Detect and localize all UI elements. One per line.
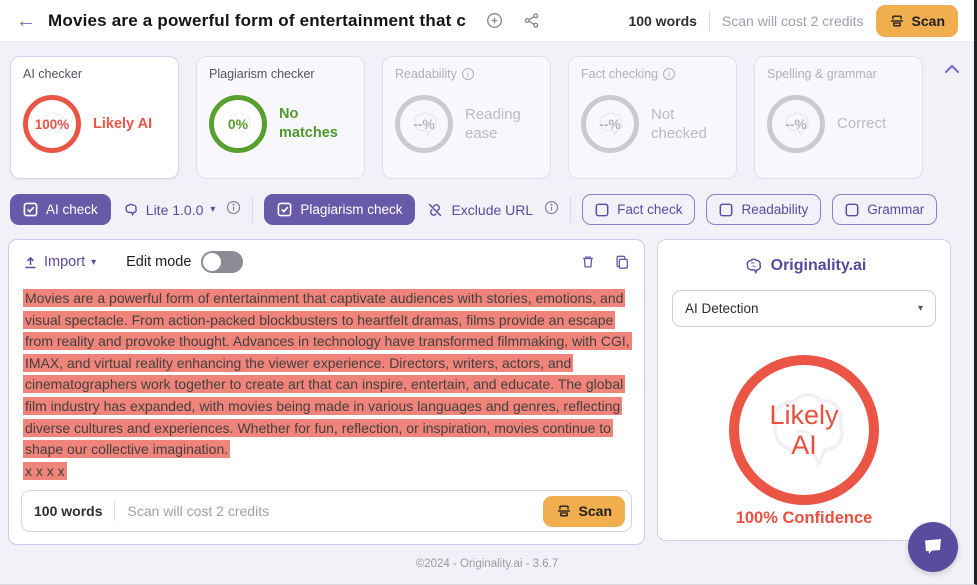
readability-score-ring: --% [395, 95, 453, 153]
grammar-button[interactable]: Grammar [832, 194, 937, 225]
card-fact-checking[interactable]: Fact checking i --% Not checked [568, 56, 737, 179]
card-label: Plagiarism checker [209, 67, 352, 81]
editor-toolbar: Import ▾ Edit mode [9, 240, 644, 284]
toggle-knob [203, 253, 221, 271]
fact-check-score-ring: --% [581, 95, 639, 153]
checked-checkbox-icon [277, 202, 292, 217]
ai-score-ring: 100% [23, 95, 81, 153]
readability-button[interactable]: Readability [706, 194, 821, 225]
edit-mode-toggle[interactable] [201, 251, 243, 273]
delete-icon[interactable] [580, 254, 596, 270]
card-label: Readability [395, 67, 457, 81]
collapse-chevron-up-icon[interactable] [940, 58, 964, 84]
info-icon[interactable] [544, 200, 559, 220]
checked-checkbox-icon [23, 202, 38, 217]
info-icon[interactable]: i [663, 68, 675, 80]
divider [114, 501, 115, 521]
top-header: ← Movies are a powerful form of entertai… [0, 0, 974, 42]
copy-icon[interactable] [614, 254, 630, 270]
chat-widget-button[interactable] [908, 522, 958, 572]
verdict-text: Likely AI [769, 400, 838, 460]
scan-icon [556, 503, 572, 519]
unchecked-checkbox-icon [845, 203, 859, 217]
exclude-url-button[interactable]: Exclude URL [426, 201, 533, 219]
edit-mode-label: Edit mode [126, 254, 191, 270]
document-title: Movies are a powerful form of entertainm… [48, 11, 466, 31]
brand-name: Originality.ai [771, 257, 867, 275]
fact-check-status: Not checked [651, 105, 724, 144]
document-text-area[interactable]: Movies are a powerful form of entertainm… [9, 284, 644, 480]
chat-icon [921, 535, 945, 559]
results-cards-row: AI checker 100% Likely AI Plagiarism che… [10, 56, 964, 179]
upload-icon [23, 255, 38, 270]
scan-cost-label: Scan will cost 2 credits [722, 13, 864, 29]
ai-highlighted-text: x x x x [23, 462, 67, 480]
editor-panel: Import ▾ Edit mode Movies are a powerful… [8, 239, 645, 545]
share-icon[interactable] [523, 12, 540, 29]
card-ai-checker[interactable]: AI checker 100% Likely AI [10, 56, 179, 179]
card-spelling-grammar[interactable]: Spelling & grammar --% Correct [754, 56, 923, 179]
chevron-down-icon: ▾ [210, 204, 215, 215]
card-label: Fact checking [581, 67, 658, 81]
ai-highlighted-text: Movies are a powerful form of entertainm… [23, 289, 632, 458]
card-label: AI checker [23, 67, 166, 81]
scan-options-toolbar: AI check Lite 1.0.0 ▾ Plagiarism check E… [10, 194, 964, 225]
fact-check-button[interactable]: Fact check [582, 194, 695, 225]
grammar-score-ring: --% [767, 95, 825, 153]
link-slash-icon [426, 201, 444, 219]
card-label: Spelling & grammar [767, 67, 910, 81]
model-selector[interactable]: Lite 1.0.0 ▾ [122, 201, 216, 218]
readability-status: Reading ease [465, 105, 538, 144]
grammar-status: Correct [837, 114, 886, 134]
scan-cost-label: Scan will cost 2 credits [127, 503, 269, 519]
import-button[interactable]: Import ▾ [23, 254, 96, 270]
divider [570, 197, 571, 223]
brain-icon [122, 201, 139, 218]
chevron-down-icon: ▾ [918, 303, 923, 314]
ai-verdict: Likely AI [93, 115, 152, 134]
info-icon[interactable]: i [462, 68, 474, 80]
plagiarism-verdict: No matches [279, 105, 352, 143]
verdict-ring: Likely AI [729, 355, 879, 505]
plagiarism-score-ring: 0% [209, 95, 267, 153]
confidence-label: 100% Confidence [736, 509, 873, 528]
dropdown-value: AI Detection [685, 301, 759, 316]
word-count: 100 words [628, 13, 696, 29]
divider [709, 11, 710, 31]
unchecked-checkbox-icon [719, 203, 733, 217]
ai-check-button[interactable]: AI check [10, 194, 111, 225]
originality-logo: Originality.ai [742, 255, 867, 277]
scan-icon [889, 13, 905, 29]
circle-plus-icon[interactable] [486, 12, 503, 29]
model-name: Lite 1.0.0 [146, 202, 204, 218]
plagiarism-check-button[interactable]: Plagiarism check [264, 194, 415, 225]
main-content: Import ▾ Edit mode Movies are a powerful… [8, 239, 966, 545]
word-count: 100 words [34, 503, 102, 519]
editor-scan-bar: 100 words Scan will cost 2 credits Scan [21, 490, 632, 532]
scan-button[interactable]: Scan [876, 5, 958, 37]
back-arrow-icon[interactable]: ← [16, 11, 36, 31]
scan-button[interactable]: Scan [543, 496, 625, 527]
detection-result-panel: Originality.ai AI Detection ▾ Likely AI … [657, 239, 951, 541]
info-icon[interactable] [226, 200, 241, 220]
app-footer: ©2024 - Originality.ai - 3.6.7 [0, 558, 974, 570]
brain-icon [742, 255, 764, 277]
unchecked-checkbox-icon [595, 203, 609, 217]
chevron-down-icon: ▾ [91, 257, 96, 268]
card-readability[interactable]: Readability i --% Reading ease [382, 56, 551, 179]
divider [252, 197, 253, 223]
card-plagiarism-checker[interactable]: Plagiarism checker 0% No matches [196, 56, 365, 179]
detection-type-dropdown[interactable]: AI Detection ▾ [672, 290, 936, 327]
